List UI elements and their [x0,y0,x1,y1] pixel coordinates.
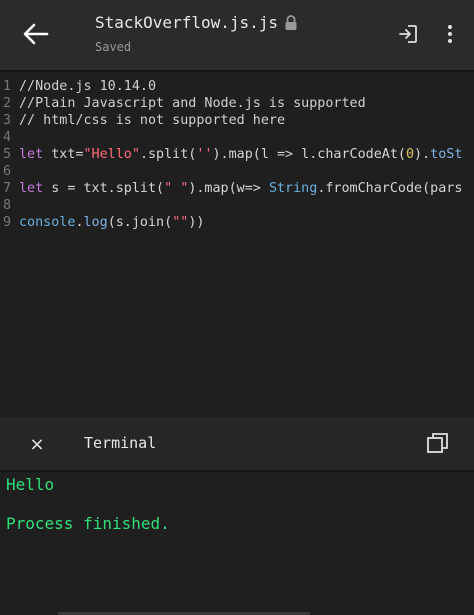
string-token: '' [196,147,213,162]
more-options-button[interactable] [438,20,462,48]
code-token: ).map(l => l.charCodeAt( [212,147,406,162]
code-line: 4 [0,129,15,146]
code-text: let txt="Hello".split('').map(l => l.cha… [15,146,462,163]
line-number: 7 [3,181,12,196]
line-number: 6 [3,164,12,179]
line-number: 8 [3,198,12,213]
code-token: s = txt.split( [43,181,165,196]
file-name: StackOverflow.js.js [95,13,279,32]
close-terminal-button[interactable]: × [24,431,50,457]
sign-in-icon [399,25,417,43]
method-token: log [83,215,108,230]
line-number: 5 [3,147,12,162]
line-number: 3 [3,113,12,128]
more-vertical-icon [448,25,452,43]
code-line: 1 //Node.js 10.14.0 [0,78,156,95]
code-editor[interactable]: 1 //Node.js 10.14.0 2 //Plain Javascript a… [0,72,474,417]
string-token: "" [172,215,189,230]
terminal-header: × Terminal [0,417,474,472]
code-line: 5 let txt="Hello".split('').map(l => l.ch… [0,146,462,163]
copy-icon [427,433,448,453]
file-title: StackOverflow.js.js [95,13,298,32]
output-line: Process finished. [6,514,170,533]
line-number: 4 [3,130,12,145]
app-bar: StackOverflow.js.js Saved [0,0,474,72]
code-line: 7 let s = txt.split(" ").map(w=> String.f… [0,180,462,197]
back-button[interactable] [14,16,58,52]
import-button[interactable] [392,20,424,48]
code-text: let s = txt.split(" ").map(w=> String.fr… [15,180,462,197]
code-line: 2 //Plain Javascript and Node.js is suppo… [0,95,366,112]
string-token: " " [164,181,189,196]
object-token: console [19,215,76,230]
code-token: )) [188,215,205,230]
code-text: // html/css is not supported here [19,113,286,128]
close-icon: × [29,433,45,455]
code-token: (s.join( [107,215,173,230]
code-line: 8 [0,197,15,214]
class-token: String [268,181,318,196]
line-number: 2 [3,96,12,111]
save-status: Saved [95,40,132,54]
code-token: .fromCharCode(pars [317,181,463,196]
arrow-left-icon [23,23,49,45]
string-token: "Hello" [83,147,140,162]
code-token: ). [414,147,431,162]
lock-icon [285,14,297,30]
line-number: 9 [3,215,12,230]
code-token: txt= [43,147,84,162]
code-token: ).map(w=> [188,181,269,196]
code-token: . [75,215,84,230]
number-token: 0 [405,147,415,162]
code-text: //Plain Javascript and Node.js is suppor… [19,96,366,111]
code-line: 6 [0,163,15,180]
keyword-token: let [19,147,44,162]
copy-output-button[interactable] [424,429,452,457]
code-line: 9 console.log(s.join("")) [0,214,204,231]
terminal-title: Terminal [84,434,157,452]
terminal-output: Hello Process finished. [0,472,474,615]
code-text: //Node.js 10.14.0 [19,79,157,94]
code-token: .split( [139,147,197,162]
output-line: Hello [6,475,55,494]
keyword-token: let [19,181,44,196]
code-text: console.log(s.join("")) [15,214,204,231]
line-number: 1 [3,79,12,94]
code-line: 3 // html/css is not supported here [0,112,285,129]
method-token: toSt [430,147,463,162]
